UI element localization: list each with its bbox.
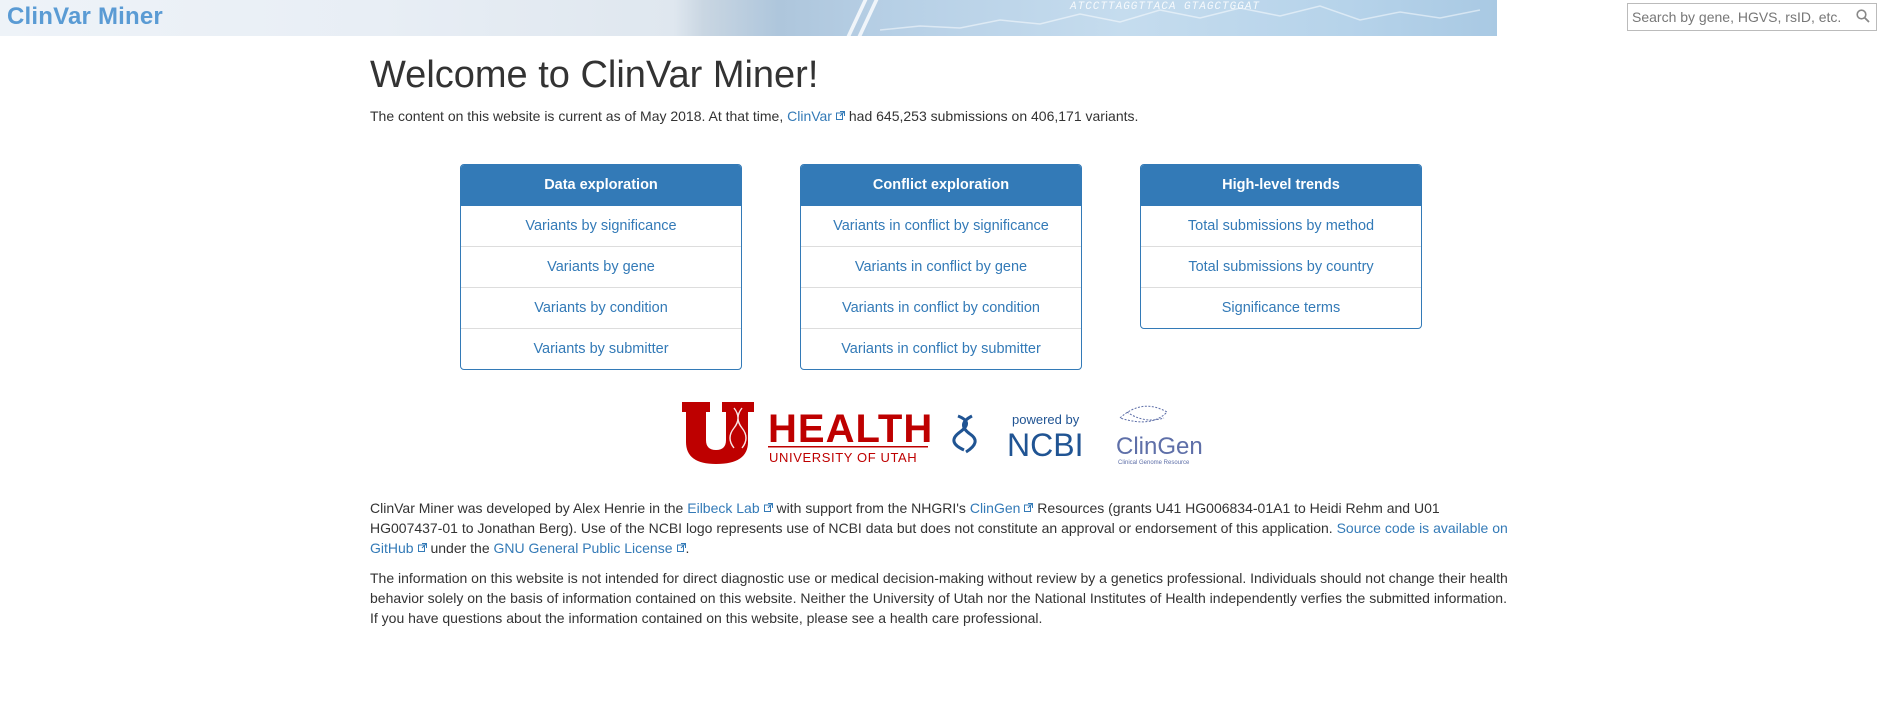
link-conflict-by-gene[interactable]: Variants in conflict by gene: [801, 246, 1081, 287]
external-link-icon: [835, 111, 845, 120]
panel-high-level-trends: High-level trends Total submissions by m…: [1140, 164, 1422, 329]
intro-text: The content on this website is current a…: [370, 108, 1138, 124]
gpl-license-label: GNU General Public License: [493, 540, 673, 556]
credits-text: ClinVar Miner was developed by Alex Henr…: [370, 500, 688, 516]
university-of-utah-logo[interactable]: HEALTH UNIVERSITY OF UTAH: [682, 402, 933, 465]
panel-heading: Conflict exploration: [801, 165, 1081, 206]
ncbi-powered-by: powered by: [1012, 412, 1080, 427]
link-submissions-by-country[interactable]: Total submissions by country: [1141, 246, 1421, 287]
page-title: Welcome to ClinVar Miner!: [370, 54, 819, 96]
search-input[interactable]: [1632, 7, 1847, 27]
eilbeck-lab-link[interactable]: Eilbeck Lab: [687, 500, 773, 516]
search-box[interactable]: [1627, 3, 1877, 31]
external-link-icon: [763, 503, 773, 512]
link-variants-by-significance[interactable]: Variants by significance: [461, 206, 741, 246]
gpl-license-link[interactable]: GNU General Public License: [494, 540, 686, 556]
credits-text: under the: [426, 540, 494, 556]
link-conflict-by-significance[interactable]: Variants in conflict by significance: [801, 206, 1081, 246]
disclaimer-paragraph: The information on this website is not i…: [370, 570, 1508, 626]
link-significance-terms[interactable]: Significance terms: [1141, 287, 1421, 328]
intro-text-end: had 645,253 submissions on 406,171 varia…: [844, 108, 1139, 124]
external-link-icon: [676, 543, 686, 552]
clingen-link[interactable]: ClinGen: [970, 500, 1034, 516]
link-submissions-by-method[interactable]: Total submissions by method: [1141, 206, 1421, 246]
credits-paragraph: ClinVar Miner was developed by Alex Henr…: [370, 498, 1510, 558]
link-conflict-by-condition[interactable]: Variants in conflict by condition: [801, 287, 1081, 328]
link-variants-by-submitter[interactable]: Variants by submitter: [461, 328, 741, 369]
external-link-icon: [417, 543, 427, 552]
external-link-icon: [1024, 503, 1034, 512]
panel-conflict-exploration: Conflict exploration Variants in conflic…: [800, 164, 1082, 370]
uofu-health-text: HEALTH: [768, 407, 933, 451]
clingen-subtitle: Clinical Genome Resource: [1118, 460, 1190, 466]
clinvar-link[interactable]: ClinVar: [787, 108, 845, 124]
panel-heading: High-level trends: [1141, 165, 1421, 206]
credits-text: .: [685, 540, 690, 556]
ncbi-wordmark: NCBI: [1007, 427, 1083, 463]
panel-data-exploration: Data exploration Variants by significanc…: [460, 164, 742, 370]
ncbi-logo[interactable]: powered by NCBI: [952, 412, 1084, 463]
link-conflict-by-submitter[interactable]: Variants in conflict by submitter: [801, 328, 1081, 369]
clingen-wordmark: ClinGen: [1116, 433, 1203, 460]
link-variants-by-gene[interactable]: Variants by gene: [461, 246, 741, 287]
uofu-subtitle: UNIVERSITY OF UTAH: [769, 450, 917, 465]
banner-streak: [846, 0, 868, 36]
intro-text-start: The content on this website is current a…: [370, 108, 788, 124]
clinvar-link-label: ClinVar: [787, 108, 832, 124]
header-banner: ATCCTTAGGTTACA GTAGCTGGAT ClinVar Miner: [0, 0, 1497, 36]
link-variants-by-condition[interactable]: Variants by condition: [461, 287, 741, 328]
banner-sequence: ATCCTTAGGTTACA GTAGCTGGAT: [1070, 1, 1261, 13]
partner-logos: HEALTH UNIVERSITY OF UTAH powered by NCB…: [682, 402, 1203, 466]
clingen-link-label: ClinGen: [969, 500, 1021, 516]
site-brand[interactable]: ClinVar Miner: [7, 3, 163, 31]
clingen-logo[interactable]: ClinGen Clinical Genome Resource: [1116, 405, 1203, 466]
search-icon[interactable]: [1856, 9, 1870, 28]
eilbeck-lab-label: Eilbeck Lab: [687, 500, 760, 516]
panel-heading: Data exploration: [461, 165, 741, 206]
credits-text: with support from the NHGRI's: [772, 500, 970, 516]
